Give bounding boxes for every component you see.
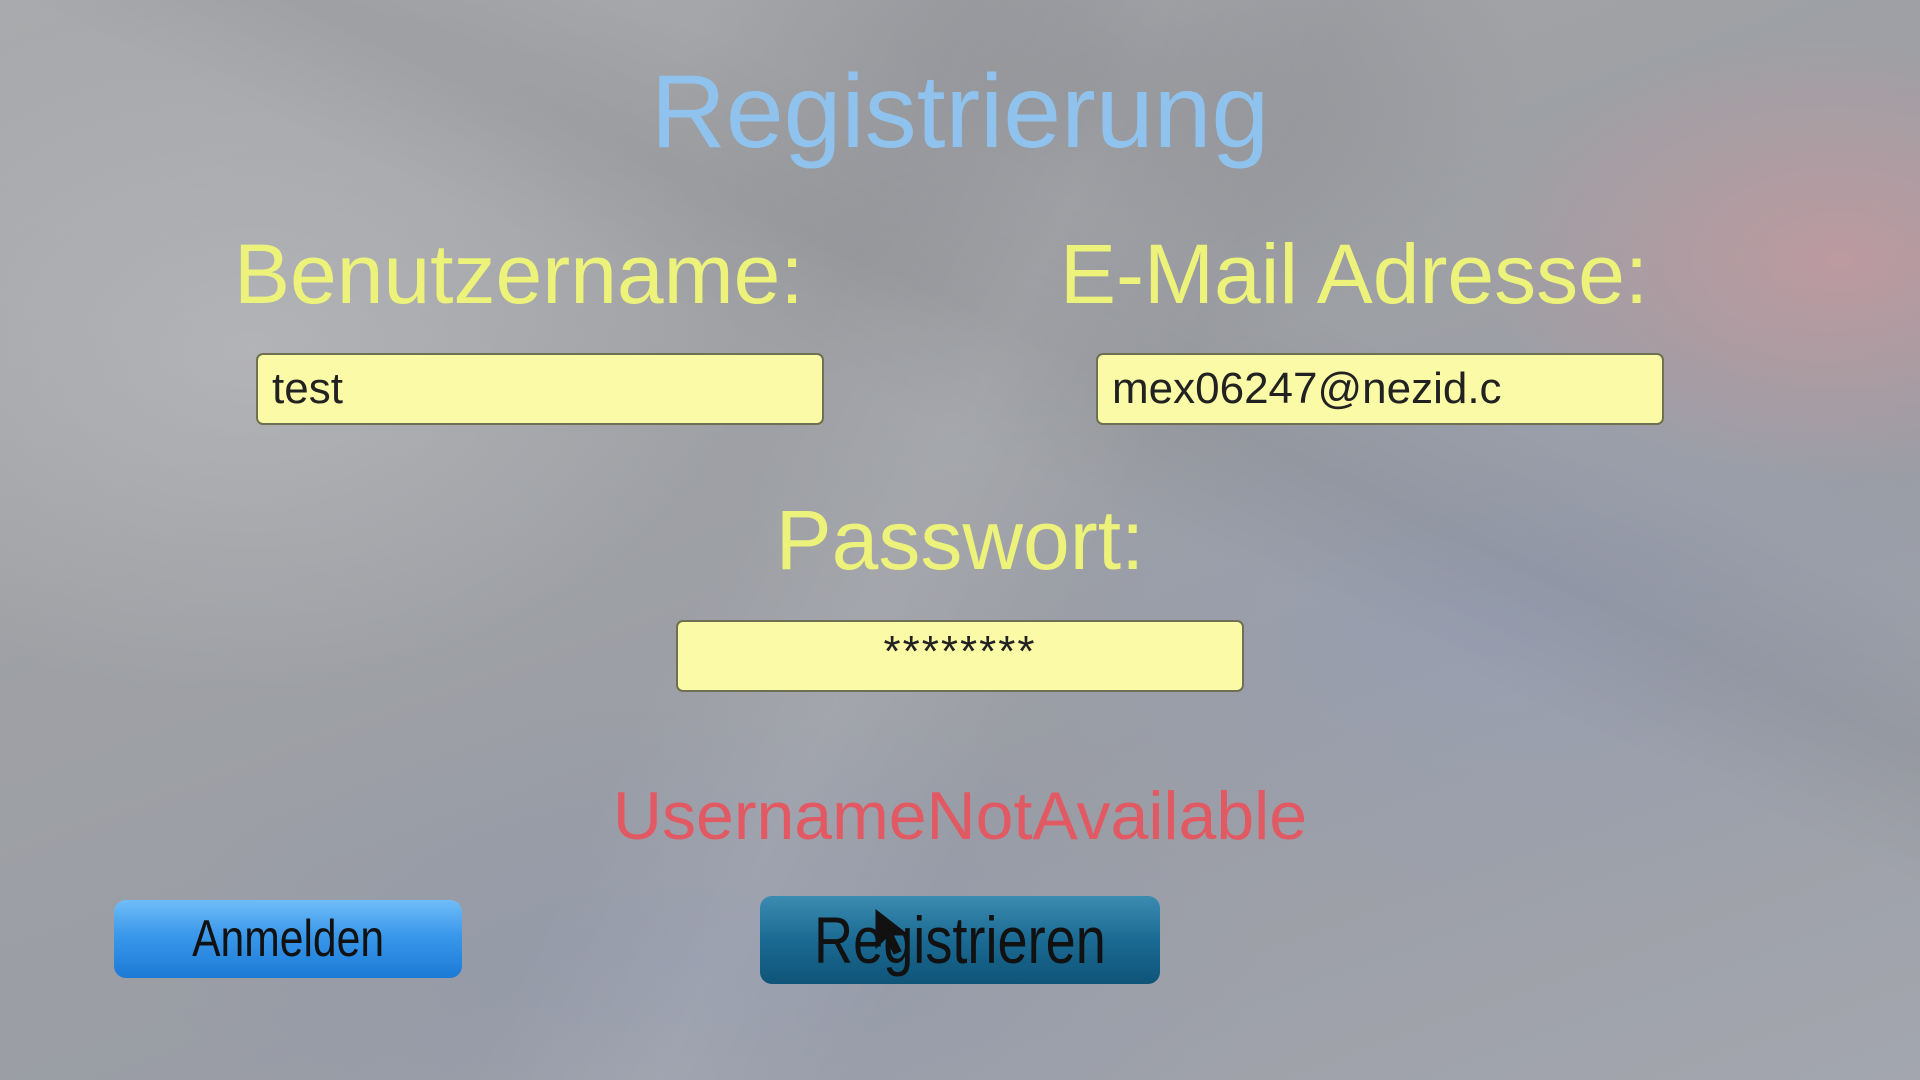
email-label: E-Mail Adresse: [1060,227,1649,321]
password-label: Passwort: [775,493,1145,587]
register-button[interactable]: Registrieren [760,896,1160,984]
login-button[interactable]: Anmelden [114,900,462,978]
username-label: Benutzername: [234,227,804,321]
login-button-label: Anmelden [191,910,385,968]
error-message: UsernameNotAvailable [612,778,1308,854]
page-title: Registrierung [650,54,1270,170]
register-button-label: Registrieren [814,903,1106,977]
password-input[interactable]: ******** [676,620,1244,692]
username-input[interactable]: test [256,353,824,425]
mouse-pointer-icon [875,908,910,955]
email-input[interactable]: mex06247@nezid.c [1096,353,1664,425]
